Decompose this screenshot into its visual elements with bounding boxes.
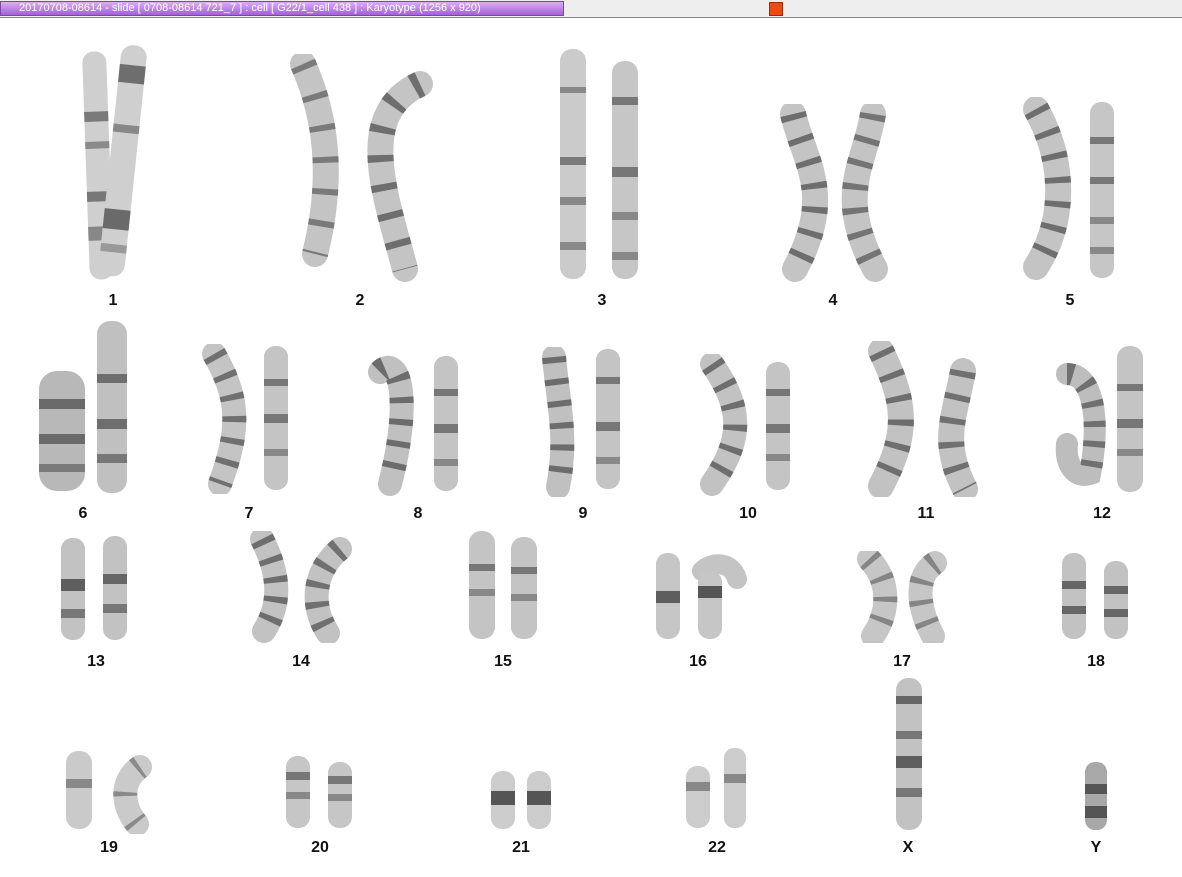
chromosome-pair-8-image <box>368 356 458 496</box>
chromosome-label: Y <box>1090 839 1102 856</box>
chromosome-pair-21-image <box>491 771 551 829</box>
chromosome-label: 18 <box>1087 653 1105 670</box>
chromosome-pair-8[interactable] <box>368 354 468 499</box>
chromosome-pair-22-image <box>686 748 746 828</box>
chromosome-pair-1[interactable] <box>60 44 170 284</box>
chromosome-pair-19[interactable] <box>62 749 157 836</box>
chromosome-label: 17 <box>893 653 911 670</box>
chromosome-label: 9 <box>578 505 588 522</box>
chromosome-pair-4[interactable] <box>775 101 895 284</box>
chromosome-label: 6 <box>78 505 88 522</box>
chromosome-label: 11 <box>917 505 935 522</box>
chromosome-pair-9-image <box>542 345 620 499</box>
chromosome-pair-7-image <box>202 342 288 496</box>
chromosome-pair-2[interactable] <box>285 51 435 284</box>
chromosome-pair-3[interactable] <box>550 47 650 284</box>
chromosome-label: 3 <box>597 292 607 309</box>
chromosome-pair-1-image <box>82 45 147 280</box>
chromosome-pair-14[interactable] <box>248 527 358 645</box>
chromosome-pair-9[interactable] <box>538 345 638 499</box>
window-title[interactable]: 20170708-08614 - slide [ 0708-08614 721_… <box>0 1 564 16</box>
chromosome-label: 22 <box>708 839 726 856</box>
chromosome-pair-18[interactable] <box>1058 551 1138 643</box>
chromosome-pair-7[interactable] <box>200 342 300 496</box>
chromosome-label: 16 <box>689 653 707 670</box>
chromosome-label: 8 <box>413 505 423 522</box>
chromosome-label: 1 <box>108 292 118 309</box>
chromosome-pair-17-image <box>857 547 947 648</box>
chromosome-pair-3-image <box>560 49 638 279</box>
chromosome-pair-19-image <box>66 751 152 836</box>
chromosome-pair-10-image <box>700 352 790 496</box>
chromosome-pair-22[interactable] <box>682 744 752 834</box>
karyotype-canvas: 1 2 3 4 5 6 7 8 9 10 11 12 13 14 15 16 1… <box>0 19 1182 877</box>
chromosome-pair-5-image <box>1023 96 1114 280</box>
chromosome-pair-14-image <box>250 527 352 645</box>
chromosome-pair-16[interactable] <box>652 551 747 643</box>
chromosome-label: 2 <box>355 292 365 309</box>
chromosome-pair-13[interactable] <box>55 534 145 644</box>
chromosome-pair-15[interactable] <box>465 529 545 644</box>
chromosome-pair-17[interactable] <box>855 547 950 648</box>
chromosome-label: X <box>902 839 914 856</box>
chromosome-pair-21[interactable] <box>487 769 557 834</box>
chromosome-label: 21 <box>512 839 530 856</box>
chromosome-pair-20[interactable] <box>282 754 362 834</box>
chromosome-label: 19 <box>100 839 118 856</box>
chromosome-pair-6[interactable] <box>35 319 135 499</box>
chromosome-y[interactable] <box>1080 754 1115 834</box>
title-bar: 20170708-08614 - slide [ 0708-08614 721_… <box>0 0 1182 18</box>
chromosome-pair-12-image <box>1055 346 1143 492</box>
chromosome-label: 4 <box>828 292 838 309</box>
chromosome-label: 13 <box>87 653 105 670</box>
chromosome-pair-13-image <box>61 536 127 640</box>
chromosome-x-image <box>896 678 922 830</box>
chromosome-pair-2-image <box>290 51 433 282</box>
chromosome-pair-5[interactable] <box>1018 96 1128 284</box>
chromosome-pair-15-image <box>469 531 537 639</box>
chromosome-pair-20-image <box>286 756 352 828</box>
chromosome-label: 14 <box>292 653 310 670</box>
chromosome-label: 12 <box>1093 505 1111 522</box>
chromosome-label: 20 <box>311 839 329 856</box>
chromosome-pair-4-image <box>780 101 888 282</box>
chromosome-x[interactable] <box>890 676 930 834</box>
chromosome-pair-18-image <box>1062 553 1128 639</box>
chromosome-label: 15 <box>494 653 512 670</box>
chromosome-pair-10[interactable] <box>698 352 808 499</box>
chromosome-pair-16-image <box>656 553 747 639</box>
chromosome-y-image <box>1085 762 1107 830</box>
chromosome-label: 10 <box>739 505 757 522</box>
chromosome-pair-6-image <box>39 321 127 493</box>
chromosome-pair-11-image <box>868 338 978 502</box>
chromosome-label: 5 <box>1065 292 1075 309</box>
chromosome-pair-12[interactable] <box>1055 344 1155 494</box>
chromosome-label: 7 <box>244 505 254 522</box>
chromosome-pair-11[interactable] <box>865 338 985 502</box>
status-marker[interactable] <box>769 2 783 16</box>
